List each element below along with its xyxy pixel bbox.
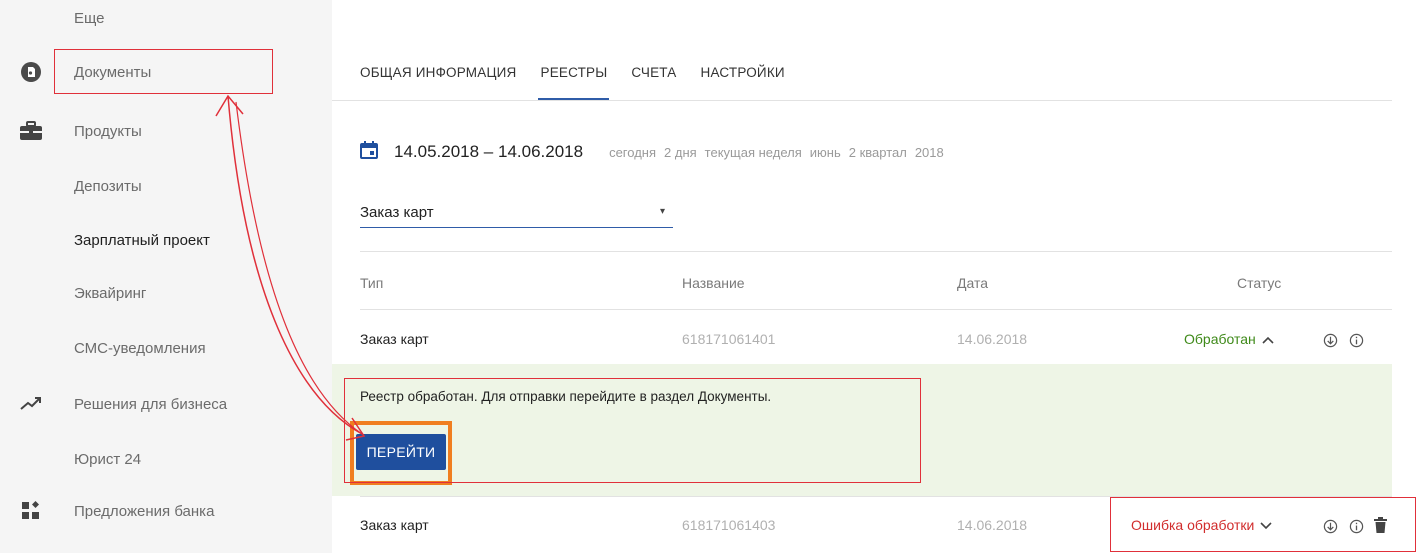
column-header-date: Дата <box>957 275 989 291</box>
period-year-2018[interactable]: 2018 <box>915 145 944 160</box>
sidebar-item-products[interactable]: Продукты <box>0 111 332 151</box>
table-top-divider <box>360 251 1392 252</box>
period-2-days[interactable]: 2 дня <box>664 145 697 160</box>
column-header-name: Название <box>682 275 745 291</box>
trending-up-icon <box>18 391 44 417</box>
period-june[interactable]: июнь <box>810 145 841 160</box>
sidebar-item-label: Депозиты <box>74 177 142 195</box>
briefcase-icon <box>18 118 44 144</box>
period-current-week[interactable]: текущая неделя <box>705 145 802 160</box>
sidebar-item-label: Зарплатный проект <box>74 231 210 249</box>
sidebar-item-label: Решения для бизнеса <box>74 395 228 413</box>
sidebar-item-salary-project[interactable]: Зарплатный проект <box>0 220 332 260</box>
header-divider <box>360 309 1392 310</box>
row-type: Заказ карт <box>360 331 429 347</box>
select-value: Заказ карт <box>360 204 434 221</box>
period-today[interactable]: сегодня <box>609 145 656 160</box>
row-name: 618171061403 <box>682 517 776 533</box>
tab-general-info[interactable]: ОБЩАЯ ИНФОРМАЦИЯ <box>360 55 540 100</box>
tab-accounts[interactable]: СЧЕТА <box>631 55 700 100</box>
column-header-status: Статус <box>1237 275 1282 291</box>
document-badge-icon <box>18 59 44 85</box>
tab-registers[interactable]: РЕЕСТРЫ <box>538 55 631 100</box>
row-status[interactable]: Обработан <box>1184 331 1274 347</box>
status-text: Обработан <box>1184 331 1256 347</box>
download-icon[interactable] <box>1322 332 1338 348</box>
sidebar-item-label: Эквайринг <box>74 284 147 302</box>
date-filter: 14.05.2018 – 14.06.2018 сегодня 2 дня те… <box>360 140 944 164</box>
chevron-up-icon[interactable] <box>1262 333 1274 347</box>
sidebar-item-lawyer[interactable]: Юрист 24 <box>0 439 332 479</box>
tabs-divider <box>332 100 1392 101</box>
offers-grid-icon <box>18 498 44 524</box>
sidebar-item-business-solutions[interactable]: Решения для бизнеса <box>0 384 332 424</box>
row-date: 14.06.2018 <box>957 331 1028 347</box>
register-type-select[interactable]: Заказ карт ▾ <box>360 200 673 228</box>
sidebar-item-label: СМС-уведомления <box>74 339 206 357</box>
date-range-value[interactable]: 14.05.2018 – 14.06.2018 <box>394 142 583 162</box>
row-date: 14.06.2018 <box>957 517 1028 533</box>
dropdown-arrow-icon: ▾ <box>659 206 665 217</box>
sidebar-item-acquiring[interactable]: Эквайринг <box>0 273 332 313</box>
row-name: 618171061401 <box>682 331 776 347</box>
sidebar-item-more[interactable]: Еще <box>0 0 332 38</box>
sidebar-item-sms[interactable]: СМС-уведомления <box>0 328 332 368</box>
annotation-frame-message <box>344 378 921 483</box>
tab-bar: ОБЩАЯ ИНФОРМАЦИЯ РЕЕСТРЫ СЧЕТА НАСТРОЙКИ <box>360 55 809 100</box>
sidebar-item-deposits[interactable]: Депозиты <box>0 166 332 206</box>
sidebar-item-label: Еще <box>74 9 105 27</box>
sidebar-item-label: Продукты <box>74 122 142 140</box>
sidebar-item-label: Юрист 24 <box>74 450 142 468</box>
annotation-frame-error-status <box>1110 497 1416 552</box>
calendar-icon[interactable] <box>360 140 378 164</box>
period-q2[interactable]: 2 квартал <box>849 145 907 160</box>
sidebar-item-bank-offers[interactable]: Предложения банка <box>0 491 332 531</box>
annotation-frame-documents <box>54 49 273 94</box>
row-type: Заказ карт <box>360 517 429 533</box>
info-icon[interactable] <box>1348 332 1364 348</box>
tab-settings[interactable]: НАСТРОЙКИ <box>701 55 809 100</box>
sidebar-item-label: Предложения банка <box>74 502 215 520</box>
column-header-type: Тип <box>360 275 384 291</box>
